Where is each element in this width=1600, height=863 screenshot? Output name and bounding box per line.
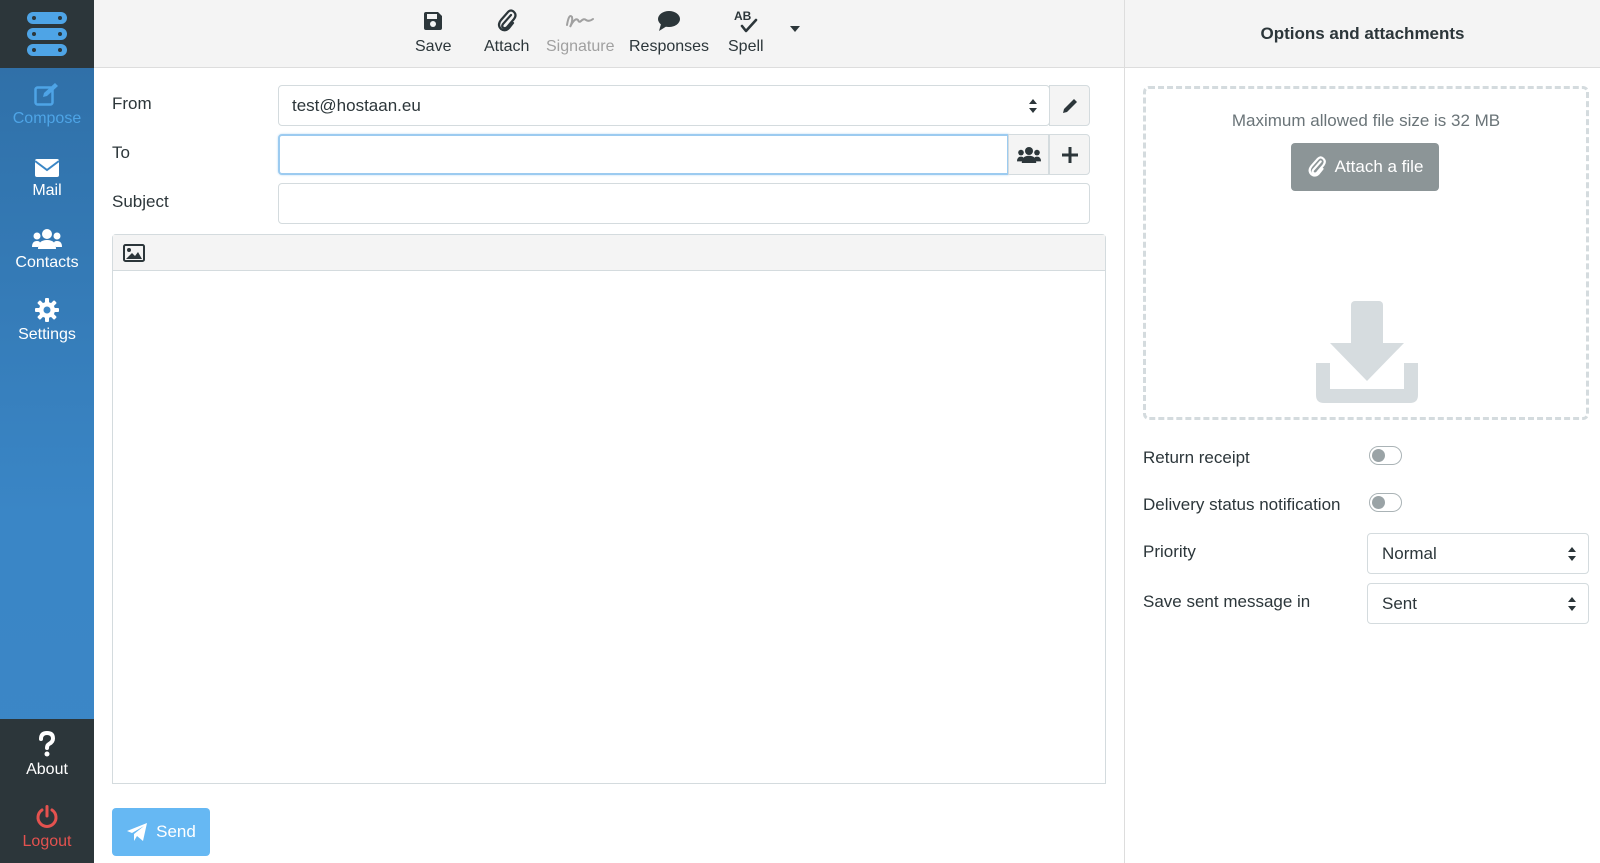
compose-form: From test@hostaan.eu To Subject Send [94,68,1124,863]
spell-options-dropdown[interactable] [790,26,800,32]
question-icon [38,731,56,757]
subject-label: Subject [112,192,169,211]
dsn-toggle[interactable] [1369,493,1402,512]
send-label: Send [156,822,196,841]
download-icon [1316,301,1418,403]
select-arrows-icon [1568,597,1576,611]
send-button[interactable]: Send [112,808,210,856]
spellcheck-icon: AB [732,8,760,34]
app-logo[interactable] [0,0,94,68]
gear-icon [35,296,59,322]
dsn-label: Delivery status notification [1143,495,1341,514]
contacts-icon [32,224,62,250]
attach-file-label: Attach a file [1334,157,1424,176]
plus-icon [1061,146,1078,163]
nav-logout[interactable]: Logout [0,791,94,863]
paperclip-icon [497,8,517,34]
power-icon [35,803,59,829]
nav-logout-label: Logout [22,833,72,850]
contacts-icon [1016,146,1041,163]
nav-settings[interactable]: Settings [0,284,94,356]
attach-file-button[interactable]: Attach a file [1291,143,1439,191]
attachment-dropzone[interactable]: Maximum allowed file size is 32 MB Attac… [1143,86,1589,420]
save-button[interactable]: Save [415,8,451,56]
speech-bubble-icon [657,8,681,34]
attach-button[interactable]: Attach [484,8,529,56]
paper-plane-icon [127,823,148,841]
save-sent-select[interactable]: Sent [1367,583,1589,624]
from-label: From [112,94,152,113]
attach-label: Attach [484,38,530,55]
nav-mail-label: Mail [32,182,62,199]
return-receipt-label: Return receipt [1143,448,1250,467]
pencil-icon [1062,98,1077,113]
max-file-size-note: Maximum allowed file size is 32 MB [1231,111,1501,130]
image-icon[interactable] [123,243,145,262]
subject-input[interactable] [278,183,1090,224]
save-label: Save [415,38,452,55]
compose-toolbar: Save Attach Signature Responses AB Spell [94,0,1124,68]
nav-mail[interactable]: Mail [0,140,94,212]
nav-compose[interactable]: Compose [0,68,94,140]
nav-about[interactable]: About [0,719,94,791]
main-navigation: Compose Mail Contacts Settings About Log… [0,0,94,863]
paperclip-icon [1308,156,1326,177]
nav-about-label: About [26,761,68,778]
editor-toolbar [113,235,1105,271]
responses-button[interactable]: Responses [629,8,709,56]
from-value: test@hostaan.eu [292,96,421,115]
return-receipt-toggle[interactable] [1369,446,1402,465]
toggle-knob [1372,496,1385,509]
select-arrows-icon [1029,99,1037,113]
add-header-button[interactable] [1049,134,1090,175]
signature-label: Signature [546,38,615,55]
priority-value: Normal [1382,544,1437,563]
nav-contacts[interactable]: Contacts [0,212,94,284]
to-input[interactable] [278,134,1009,175]
signature-button[interactable]: Signature [546,8,615,56]
priority-label: Priority [1143,542,1196,561]
priority-select[interactable]: Normal [1367,533,1589,574]
nav-contacts-label: Contacts [15,254,79,271]
options-panel: Options and attachments Maximum allowed … [1124,0,1600,863]
spell-label: Spell [728,38,764,55]
address-book-button[interactable] [1008,134,1049,175]
message-editor[interactable] [112,234,1106,784]
toggle-knob [1372,449,1385,462]
save-sent-value: Sent [1382,594,1417,613]
spell-button[interactable]: AB Spell [728,8,764,56]
nav-settings-label: Settings [18,326,76,343]
mail-icon [34,152,60,178]
compose-icon [34,80,60,106]
server-logo-icon [27,12,67,56]
edit-identity-button[interactable] [1049,85,1090,126]
from-select[interactable]: test@hostaan.eu [278,85,1050,126]
to-label: To [112,143,130,162]
options-panel-title: Options and attachments [1125,0,1600,68]
responses-label: Responses [629,38,710,55]
save-sent-label: Save sent message in [1143,592,1311,611]
nav-compose-label: Compose [12,110,82,127]
select-arrows-icon [1568,547,1576,561]
svg-text:AB: AB [734,9,752,23]
signature-icon [565,8,595,34]
nav-bottom: About Logout [0,719,94,863]
save-icon [423,8,443,34]
